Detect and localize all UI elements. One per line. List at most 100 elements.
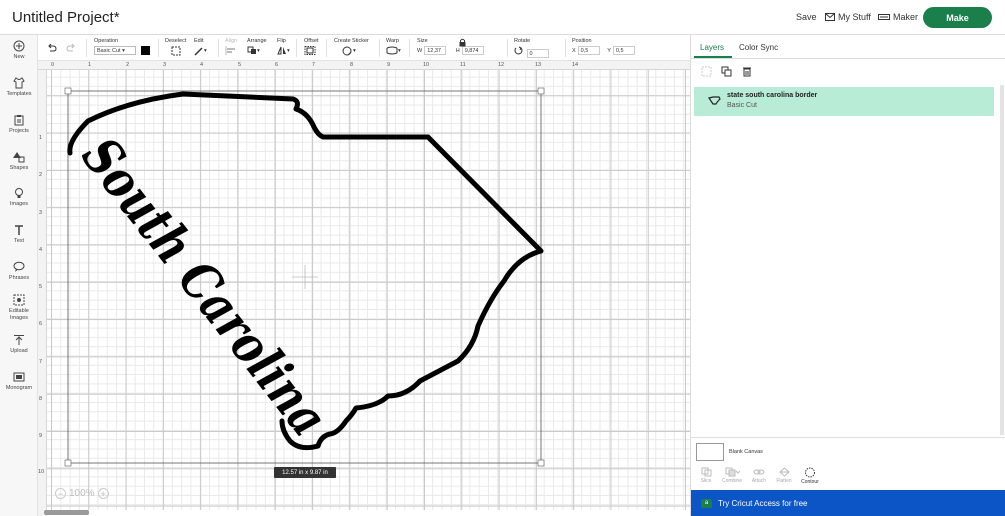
ungroup-icon[interactable] (701, 66, 712, 77)
sidebar-item-editable-images[interactable]: Editable Images (0, 294, 38, 322)
zoom-in-icon[interactable]: + (97, 488, 109, 499)
selection-handle[interactable] (64, 459, 72, 467)
editable-image-icon (13, 294, 25, 306)
design-layer[interactable]: South Carolina (38, 61, 690, 516)
sidebar-item-shapes[interactable]: Shapes (0, 151, 38, 172)
rotate-icon (514, 46, 523, 55)
redo-icon[interactable] (66, 43, 77, 52)
height-input[interactable]: 9,874 (461, 46, 484, 55)
sidebar-item-monogram[interactable]: Monogram (0, 371, 38, 392)
layer-item[interactable]: state south carolina border Basic Cut (694, 87, 994, 116)
sidebar-item-text[interactable]: Text (0, 224, 38, 245)
lock-icon[interactable] (459, 38, 466, 47)
project-title[interactable]: Untitled Project* (12, 9, 120, 26)
create-sticker-group[interactable]: Create Sticker ▾ (334, 38, 369, 58)
attach-button[interactable]: Attach (746, 467, 772, 484)
my-stuff-label: My Stuff (838, 12, 871, 22)
selection-handle[interactable] (537, 87, 545, 95)
zoom-control[interactable]: − 100% + (55, 488, 109, 499)
toolbar-divider (507, 39, 508, 57)
edit-toolbar: Operation Basic Cut ▾ Deselect Edit ▾ Al… (38, 35, 690, 61)
blank-canvas-row[interactable]: Blank Canvas (691, 437, 1005, 465)
sidebar-item-projects[interactable]: Projects (0, 114, 38, 135)
trash-icon[interactable] (742, 66, 752, 77)
sidebar-label-templates: Templates (6, 91, 32, 97)
save-button[interactable]: Save (796, 12, 817, 22)
shirt-icon (13, 77, 25, 89)
sidebar-item-new[interactable]: New (0, 40, 38, 61)
combine-icon (725, 467, 740, 477)
design-canvas[interactable]: 0 1 2 3 4 5 6 7 8 9 10 11 12 13 14 1 2 3… (38, 61, 690, 516)
align-icon (225, 46, 235, 55)
attach-icon (753, 469, 765, 475)
x-label: X (572, 48, 576, 54)
sidebar-label-monogram: Monogram (5, 385, 33, 391)
warp-group[interactable]: Warp ▾ (386, 38, 401, 57)
make-button[interactable]: Make (923, 7, 992, 28)
zoom-out-icon[interactable]: − (55, 488, 66, 499)
plus-circle-icon (13, 40, 25, 52)
pencil-icon (194, 47, 203, 56)
create-sticker-caption: Create Sticker (334, 38, 369, 44)
operation-group: Operation Basic Cut ▾ (94, 38, 150, 55)
layers-scrollbar[interactable] (1000, 85, 1004, 435)
design-script-text: South Carolina (70, 126, 340, 447)
width-input[interactable]: 12,37 (424, 46, 447, 55)
sidebar-label-editable-images: Editable Images (9, 308, 29, 321)
sidebar-item-templates[interactable]: Templates (0, 77, 38, 98)
maker-label: Maker (893, 12, 919, 22)
duplicate-icon[interactable] (721, 66, 732, 77)
slice-label: Slice (700, 478, 712, 484)
blank-canvas-swatch[interactable] (696, 443, 724, 461)
tab-color-sync[interactable]: Color Sync (739, 43, 778, 52)
sidebar-item-upload[interactable]: Upload (0, 334, 38, 355)
sidebar-item-images[interactable]: Images (0, 187, 38, 208)
contour-label: Contour (801, 479, 819, 485)
flip-group[interactable]: Flip ▾ (277, 38, 290, 57)
maker-button[interactable]: Maker (878, 12, 918, 22)
operation-value: Basic Cut (97, 48, 121, 54)
y-input[interactable]: 0,5 (612, 46, 635, 55)
slice-button[interactable]: Slice (693, 467, 719, 484)
flip-icon (277, 46, 286, 55)
cricut-access-banner[interactable]: a Try Cricut Access for free (691, 490, 1005, 516)
tab-layers[interactable]: Layers (700, 43, 724, 52)
sidebar-item-phrases[interactable]: Phrases (0, 261, 38, 282)
save-label: Save (796, 12, 817, 22)
color-swatch[interactable] (140, 46, 150, 55)
sidebar-label-projects: Projects (9, 128, 29, 134)
shapes-icon (13, 152, 25, 163)
align-caption: Align (225, 38, 238, 44)
rotate-input[interactable]: 0 (526, 49, 549, 58)
speech-bubble-icon (13, 261, 25, 272)
blank-canvas-label: Blank Canvas (729, 449, 763, 455)
combine-button[interactable]: Combine (719, 467, 745, 484)
y-label: Y (607, 48, 611, 54)
selection-handle[interactable] (537, 459, 545, 467)
combine-label: Combine (721, 478, 742, 484)
script-text-group: South Carolina (70, 126, 340, 447)
offset-caption: Offset (304, 38, 319, 44)
edit-group[interactable]: Edit ▾ (194, 38, 207, 58)
toolbar-divider (409, 39, 410, 57)
selection-handle[interactable] (64, 87, 72, 95)
undo-icon[interactable] (46, 43, 57, 52)
offset-group[interactable]: Offset (304, 38, 319, 57)
horizontal-scrollbar[interactable] (44, 510, 89, 515)
contour-button[interactable]: Contour (797, 467, 823, 485)
arrange-group[interactable]: Arrange ▾ (247, 38, 267, 57)
layer-name: state south carolina border (727, 92, 818, 99)
layer-shape-icon (708, 96, 721, 105)
envelope-icon (825, 13, 835, 21)
toolbar-divider (379, 39, 380, 57)
x-input[interactable]: 0,5 (577, 46, 600, 55)
operation-select[interactable]: Basic Cut ▾ (94, 46, 136, 55)
flatten-button[interactable]: Flatten (771, 467, 797, 484)
deselect-group[interactable]: Deselect (165, 38, 186, 58)
toolbar-divider (158, 39, 159, 57)
my-stuff-button[interactable]: My Stuff (825, 12, 871, 22)
warp-caption: Warp (386, 38, 399, 44)
align-group[interactable]: Align (225, 38, 237, 57)
position-caption: Position (572, 38, 592, 44)
toolbar-divider (86, 39, 87, 57)
